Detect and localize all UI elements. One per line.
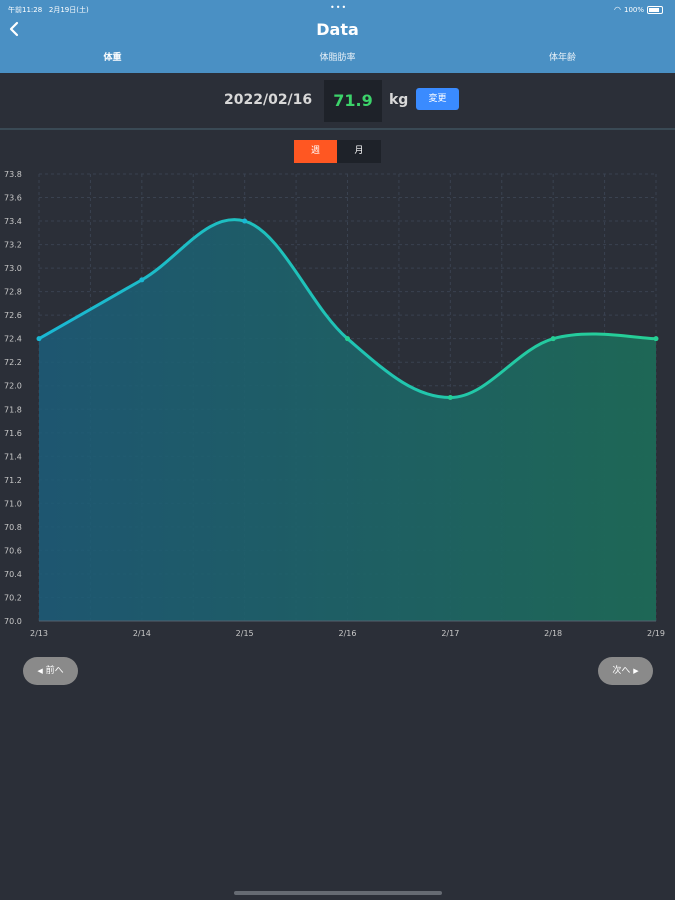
y-tick-label: 73.2 [4,241,22,250]
battery-percent: 100% [623,5,644,14]
record-date: 2022/02/16 [224,92,313,108]
y-tick-label: 70.6 [4,546,22,555]
multitask-dots-icon[interactable]: ••• [330,3,347,12]
x-tick-label: 2/18 [544,629,562,638]
divider [0,128,675,130]
tab-bar: 体重 体脂肪率 体年齢 [0,50,675,70]
y-tick-label: 72.6 [4,311,22,320]
y-tick-label: 72.0 [4,382,22,391]
data-point[interactable] [36,336,42,342]
x-tick-label: 2/17 [441,629,459,638]
y-tick-label: 72.8 [4,288,22,297]
y-tick-label: 71.4 [4,452,22,461]
month-button[interactable]: 月 [337,140,381,163]
status-time: 午前11:28 2月19日(土) [8,6,89,14]
x-tick-label: 2/15 [236,629,254,638]
data-point[interactable] [345,336,350,342]
y-tick-label: 73.6 [4,194,22,203]
caret-right-icon: ▶ [633,667,639,675]
status-bar: 午前11:28 2月19日(土) ••• ◠ 100% [0,0,675,18]
y-tick-label: 71.0 [4,499,22,508]
nav-bar: Data 体重 体脂肪率 体年齢 [0,18,675,73]
change-button[interactable]: 変更 [416,88,459,110]
y-tick-label: 70.8 [4,523,22,532]
record-row: 2022/02/16 71.9 kg 変更 [0,78,675,124]
period-toggle: 週 月 [294,140,381,163]
y-tick-label: 73.8 [4,170,22,179]
y-tick-label: 73.0 [4,264,22,273]
next-button[interactable]: 次へ ▶ [598,657,653,685]
record-value[interactable]: 71.9 [324,80,382,122]
x-tick-label: 2/13 [30,629,48,638]
week-button[interactable]: 週 [294,140,337,163]
tab-body-age[interactable]: 体年齢 [450,50,675,63]
record-unit: kg [389,92,409,108]
prev-label: 前へ [45,666,64,676]
page-title: Data [316,20,359,39]
next-label: 次へ [612,666,631,676]
y-tick-label: 70.2 [4,593,22,602]
data-point[interactable] [550,336,556,342]
y-tick-label: 72.2 [4,358,22,367]
data-point[interactable] [447,395,453,400]
data-point[interactable] [139,277,145,283]
tab-weight[interactable]: 体重 [0,50,225,63]
prev-button[interactable]: ◀ 前へ [23,657,78,685]
status-right: ◠ 100% [614,5,663,14]
data-point[interactable] [242,218,248,224]
tab-body-fat[interactable]: 体脂肪率 [225,50,450,63]
y-tick-label: 70.0 [4,617,22,626]
y-tick-label: 70.4 [4,570,22,579]
home-indicator [234,891,442,895]
x-tick-label: 2/16 [339,629,357,638]
data-point[interactable] [653,336,659,342]
caret-left-icon: ◀ [37,667,43,675]
x-tick-label: 2/19 [647,629,665,638]
y-tick-label: 73.4 [4,217,22,226]
battery-icon [647,5,663,14]
wifi-icon: ◠ [614,5,621,14]
weight-chart: 70.0 70.2 70.4 70.6 70.8 71.0 71.2 71.4 71.6 71.8… [4,170,665,638]
y-tick-label: 71.2 [4,476,22,485]
x-tick-label: 2/14 [133,629,151,638]
y-tick-label: 72.4 [4,335,22,344]
area-fill [39,219,656,621]
y-tick-label: 71.8 [4,405,22,414]
y-tick-label: 71.6 [4,429,22,438]
